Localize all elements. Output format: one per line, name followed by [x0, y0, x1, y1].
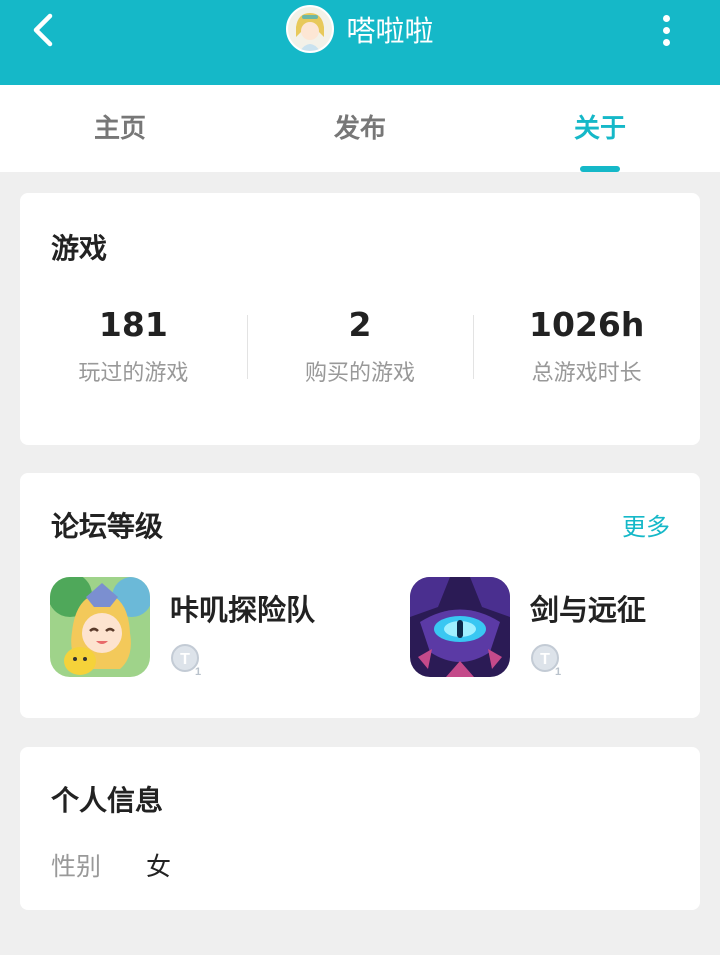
avatar[interactable] — [286, 5, 335, 53]
stat-label: 玩过的游戏 — [78, 361, 189, 386]
stat-label: 购买的游戏 — [305, 361, 416, 386]
stat-value: 181 — [98, 305, 168, 344]
svg-text:T: T — [540, 651, 550, 668]
vertical-dots-icon — [662, 14, 670, 22]
stat-value: 2 — [348, 305, 372, 344]
tab-home[interactable]: 主页 — [0, 85, 240, 172]
personal-info-card: 个人信息 性别 女 — [20, 747, 700, 910]
svg-text:1: 1 — [195, 666, 201, 677]
played-games-stat[interactable]: 181 玩过的游戏 — [20, 303, 247, 393]
game-icon-kaji-adventure — [50, 577, 150, 677]
forum-level-card: 论坛等级 更多 咔叽探险队 T 1 剑与远征 T 1 — [20, 473, 700, 718]
more-link[interactable]: 更多 — [622, 507, 670, 542]
tab-label: 主页 — [93, 114, 146, 144]
tab-label: 关于 — [573, 114, 626, 144]
forum-name: 剑与远征 — [530, 593, 647, 627]
total-playtime-stat: 1026h 总游戏时长 — [473, 303, 700, 393]
games-card: 游戏 181 玩过的游戏 2 购买的游戏 1026h 总游戏时长 — [20, 193, 700, 445]
svg-text:1: 1 — [555, 666, 561, 677]
top-app-bar: 嗒啦啦 — [0, 0, 720, 85]
info-row-gender: 性别 女 — [51, 847, 171, 883]
tab-bar: 主页 发布 关于 — [0, 85, 720, 172]
level-badge-icon: T 1 — [170, 643, 204, 678]
info-label: 性别 — [51, 852, 102, 881]
stat-value: 1026h — [529, 305, 645, 344]
svg-text:T: T — [180, 651, 190, 668]
forum-item[interactable]: 咔叽探险队 T 1 — [50, 577, 315, 679]
tab-about[interactable]: 关于 — [480, 85, 720, 172]
more-options-button[interactable] — [652, 10, 680, 50]
back-button[interactable] — [22, 8, 66, 52]
info-value: 女 — [146, 852, 172, 881]
personal-info-card-title: 个人信息 — [51, 784, 164, 817]
forum-level-card-title: 论坛等级 — [51, 510, 164, 543]
active-tab-indicator — [580, 166, 620, 172]
tab-label: 发布 — [333, 114, 386, 144]
profile-header: 嗒啦啦 — [0, 4, 720, 54]
stat-label: 总游戏时长 — [531, 361, 642, 386]
game-icon-afk-arena — [410, 577, 510, 677]
chevron-left-icon — [33, 13, 53, 47]
page-title: 嗒啦啦 — [346, 14, 434, 48]
purchased-games-stat[interactable]: 2 购买的游戏 — [246, 303, 474, 393]
level-badge-icon: T 1 — [530, 643, 564, 678]
tab-posts[interactable]: 发布 — [240, 85, 480, 172]
games-card-title: 游戏 — [51, 232, 108, 265]
games-stats: 181 玩过的游戏 2 购买的游戏 1026h 总游戏时长 — [20, 303, 700, 393]
forum-name: 咔叽探险队 — [170, 593, 316, 627]
forum-item[interactable]: 剑与远征 T 1 — [410, 577, 646, 679]
